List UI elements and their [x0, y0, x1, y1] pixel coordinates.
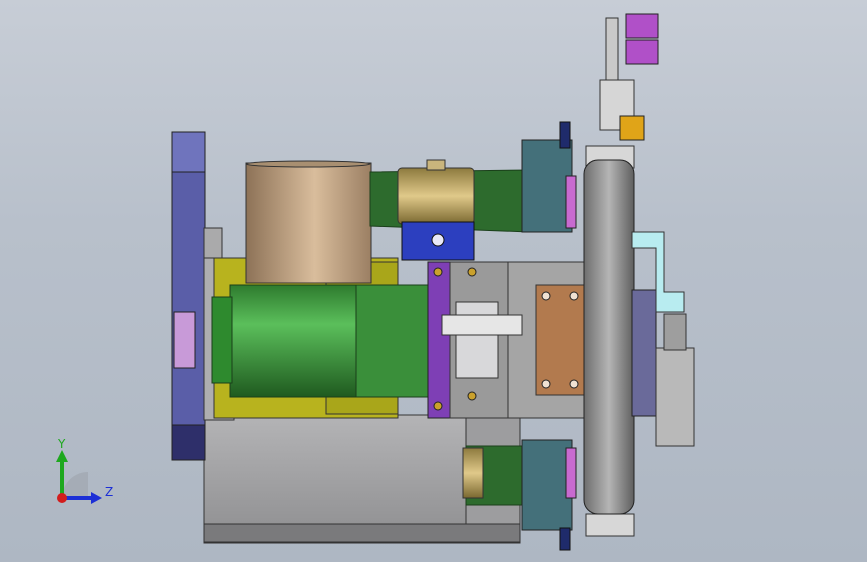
cylinder-slide[interactable]	[655, 347, 695, 447]
coupling-bolt-bottom	[467, 391, 477, 401]
idler-lower-pulley	[462, 447, 484, 499]
guide-rail-pink	[565, 175, 577, 229]
idler-pulley[interactable]	[397, 167, 475, 225]
motor-flange	[355, 284, 429, 398]
coordinate-triad: Y Z	[44, 436, 124, 516]
left-flange-plate[interactable]	[171, 131, 206, 461]
base-plate-bottom-edge	[203, 523, 521, 543]
guide-block-teal-lower	[521, 439, 573, 531]
guide-block-teal[interactable]	[521, 139, 573, 233]
mount-block-bolt	[431, 233, 445, 247]
dark-post-bottom	[559, 527, 571, 551]
coupling-shaft	[441, 314, 523, 336]
cylinder-valve-top-2	[625, 39, 659, 65]
turntable-hub	[631, 289, 657, 417]
z-axis-label: Z	[105, 485, 113, 499]
side-bracket-bolt-top	[433, 267, 443, 277]
triad-graphic: Y Z	[56, 437, 113, 504]
left-flange-bottom	[171, 424, 206, 461]
guide-clamp-bottom	[585, 513, 635, 537]
motor-end-cap	[211, 296, 233, 384]
bearing-bolt-3	[541, 379, 551, 389]
cad-viewport[interactable]: Y Z	[0, 0, 867, 562]
coupling-rings[interactable]	[455, 301, 499, 379]
left-flange-pad	[173, 311, 196, 369]
dark-post-top	[559, 121, 571, 149]
cylinder-slide-rod	[663, 313, 687, 351]
pulley-cylinder[interactable]	[245, 162, 372, 284]
idler-pulley-cap	[426, 159, 446, 171]
motor-body[interactable]	[229, 284, 359, 398]
coupling-bolt-top	[467, 267, 477, 277]
side-bracket-purple[interactable]	[427, 261, 453, 419]
side-bracket-bolt-bottom	[433, 401, 443, 411]
flange-spacer	[203, 227, 223, 259]
left-flange-top	[171, 131, 206, 173]
guide-rail-pink-lower	[565, 447, 577, 499]
bearing-bolt-1	[541, 291, 551, 301]
pulley-cylinder-top	[245, 160, 371, 168]
y-axis-label: Y	[57, 437, 66, 451]
turntable-disc[interactable]	[583, 159, 635, 515]
cad-model-view[interactable]	[0, 0, 867, 562]
bearing-bolt-2	[569, 291, 579, 301]
bearing-block[interactable]	[535, 284, 585, 396]
bearing-bolt-4	[569, 379, 579, 389]
valve-fitting-orange	[619, 115, 645, 141]
cylinder-valve-top[interactable]	[625, 13, 659, 39]
